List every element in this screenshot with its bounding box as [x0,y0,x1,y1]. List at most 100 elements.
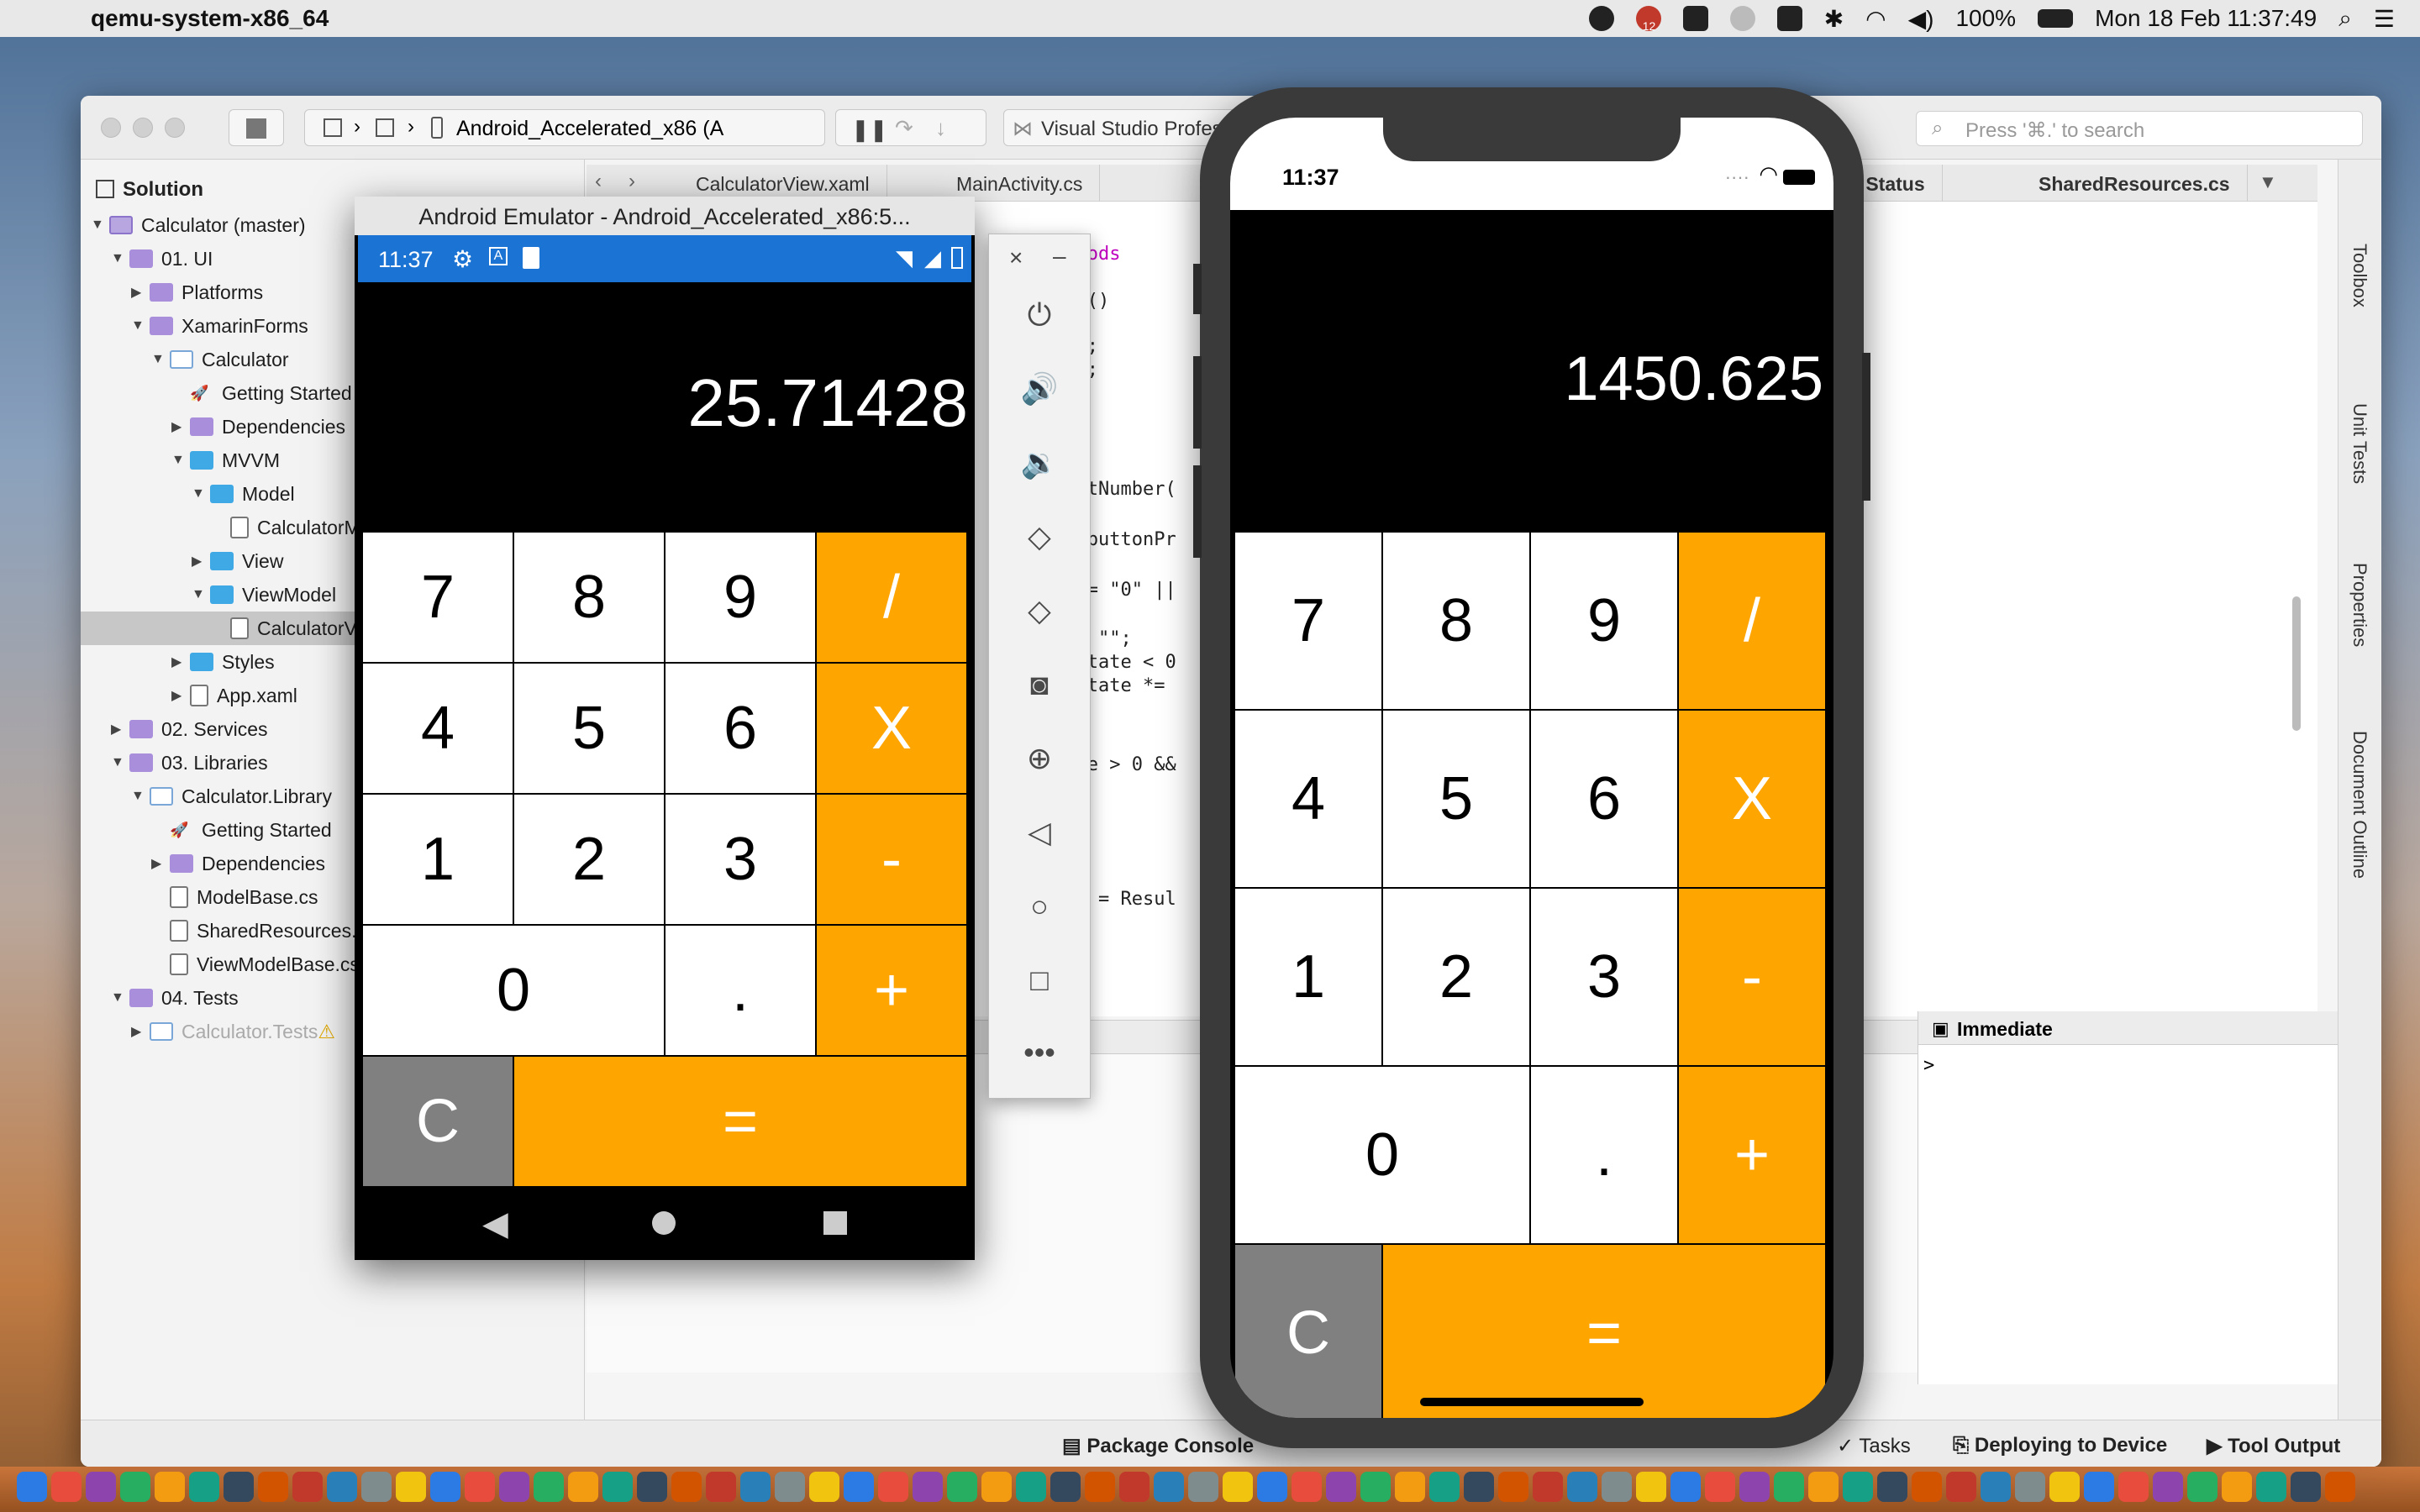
dock-app-icon[interactable] [1326,1472,1356,1502]
disclosure-collapsed-icon[interactable]: ▶ [171,654,190,670]
airplay-icon[interactable] [1776,6,1802,31]
toolbox-pad-tab[interactable]: Toolbox [2349,244,2370,307]
dock-app-icon[interactable] [1498,1472,1528,1502]
dock-app-icon[interactable] [1119,1472,1150,1502]
unit-tests-pad-tab[interactable]: Unit Tests [2349,403,2370,484]
dock-app-icon[interactable] [671,1472,702,1502]
dock-app-icon[interactable] [189,1472,219,1502]
dock-app-icon[interactable] [1257,1472,1287,1502]
zoom-window-button[interactable] [165,118,185,138]
power-icon[interactable]: ⏻ [1019,295,1060,335]
disclosure-collapsed-icon[interactable]: ▶ [171,418,190,435]
dock-app-icon[interactable] [1223,1472,1253,1502]
android-key-6[interactable]: 6 [666,664,815,793]
more-icon[interactable]: ••• [1019,1032,1060,1073]
sync-icon[interactable] [1729,6,1755,31]
search-input[interactable]: ⌕ Press '⌘.' to search [1916,111,2363,146]
battery-icon[interactable] [2038,9,2074,28]
disclosure-expanded-icon[interactable]: ▼ [151,352,170,367]
dock-app-icon[interactable] [1670,1472,1701,1502]
android-key-3[interactable]: 3 [666,795,815,924]
android-key-0[interactable]: 0 [363,926,664,1055]
iphone-key-2[interactable]: 2 [1383,889,1529,1065]
rotate-right-icon[interactable]: ◇ [1019,591,1060,631]
android-key-9[interactable]: 9 [666,533,815,662]
iphone-key-equals[interactable]: = [1383,1245,1825,1418]
active-app-name[interactable]: qemu-system-x86_64 [91,5,329,32]
skype-icon[interactable] [1588,6,1614,31]
stop-button[interactable] [229,109,284,146]
dock-app-icon[interactable] [740,1472,771,1502]
android-key-minus[interactable]: - [817,795,966,924]
dock-app-icon[interactable] [1808,1472,1839,1502]
rotate-left-icon[interactable]: ◇ [1019,517,1060,557]
dock-app-icon[interactable] [327,1472,357,1502]
iphone-key-plus[interactable]: + [1679,1067,1825,1243]
notification-badge-icon[interactable]: 12 [1635,6,1661,33]
dock-app-icon[interactable] [1085,1472,1115,1502]
volume-up-button[interactable] [1193,356,1202,449]
dock-app-icon[interactable] [913,1472,943,1502]
dock-app-icon[interactable] [534,1472,564,1502]
dock-app-icon[interactable] [224,1472,254,1502]
dock-app-icon[interactable] [1050,1472,1081,1502]
dock-app-icon[interactable] [2325,1472,2355,1502]
clock[interactable]: Mon 18 Feb 11:37:49 [2095,5,2317,32]
iphone-key-minus[interactable]: - [1679,889,1825,1065]
dock-app-icon[interactable] [1981,1472,2011,1502]
close-window-button[interactable] [101,118,121,138]
dock-app-icon[interactable] [1774,1472,1804,1502]
disclosure-collapsed-icon[interactable]: ▶ [151,855,170,872]
step-into-icon[interactable]: ↓ [935,115,946,141]
minimize-icon[interactable]: – [1053,243,1066,270]
bluetooth-icon[interactable]: ✱ [1824,5,1844,33]
disclosure-collapsed-icon[interactable]: ▶ [171,687,190,704]
spotlight-search-icon[interactable]: ⌕ [2338,5,2352,33]
tab-sharedresources-cs[interactable]: SharedResources.cs [2022,165,2248,202]
recents-icon[interactable] [823,1211,847,1235]
camera-icon[interactable]: ◙ [1019,664,1060,705]
disclosure-expanded-icon[interactable]: ▼ [192,486,210,501]
disclosure-expanded-icon[interactable]: ▼ [91,218,109,233]
android-key-5[interactable]: 5 [514,664,664,793]
dock-app-icon[interactable] [981,1472,1012,1502]
disclosure-expanded-icon[interactable]: ▼ [192,587,210,602]
dock-app-icon[interactable] [2084,1472,2114,1502]
dock-app-icon[interactable] [1292,1472,1322,1502]
iphone-key-divide[interactable]: / [1679,533,1825,709]
dock-app-icon[interactable] [51,1472,82,1502]
dock-app-icon[interactable] [1429,1472,1460,1502]
iphone-key-6[interactable]: 6 [1531,711,1677,887]
document-outline-pad-tab[interactable]: Document Outline [2349,731,2370,879]
dock-app-icon[interactable] [1636,1472,1666,1502]
tasks-button[interactable]: ✓ Tasks [1837,1434,1911,1458]
editor-scrollbar[interactable] [2292,596,2301,731]
dock-app-icon[interactable] [465,1472,495,1502]
dock-app-icon[interactable] [1464,1472,1494,1502]
android-key-7[interactable]: 7 [363,533,513,662]
dock-app-icon[interactable] [1016,1472,1046,1502]
device-selector[interactable]: › › Android_Accelerated_x86 (A [304,109,825,146]
dock-app-icon[interactable] [2118,1472,2149,1502]
dock-app-icon[interactable] [1567,1472,1597,1502]
dock-app-icon[interactable] [2222,1472,2252,1502]
dock-app-icon[interactable] [292,1472,323,1502]
disclosure-collapsed-icon[interactable]: ▶ [131,1023,150,1040]
minimize-window-button[interactable] [133,118,153,138]
dock-app-icon[interactable] [2291,1472,2321,1502]
dock-app-icon[interactable] [947,1472,977,1502]
iphone-key-clear[interactable]: C [1235,1245,1381,1418]
dock-app-icon[interactable] [1705,1472,1735,1502]
pause-icon[interactable]: ❚❚ [851,117,888,143]
step-over-icon[interactable]: ↷ [895,115,913,141]
volume-down-button[interactable] [1193,465,1202,558]
dock-app-icon[interactable] [396,1472,426,1502]
zoom-icon[interactable]: ⊕ [1019,738,1060,779]
disclosure-collapsed-icon[interactable]: ▶ [192,553,210,570]
package-console-button[interactable]: ▤ Package Console [1062,1434,1254,1458]
volume-up-icon[interactable]: 🔊 [1019,369,1060,409]
dock-app-icon[interactable] [2187,1472,2217,1502]
overview-icon[interactable]: □ [1019,960,1060,1000]
iphone-key-3[interactable]: 3 [1531,889,1677,1065]
dropbox-icon[interactable] [1682,6,1708,31]
